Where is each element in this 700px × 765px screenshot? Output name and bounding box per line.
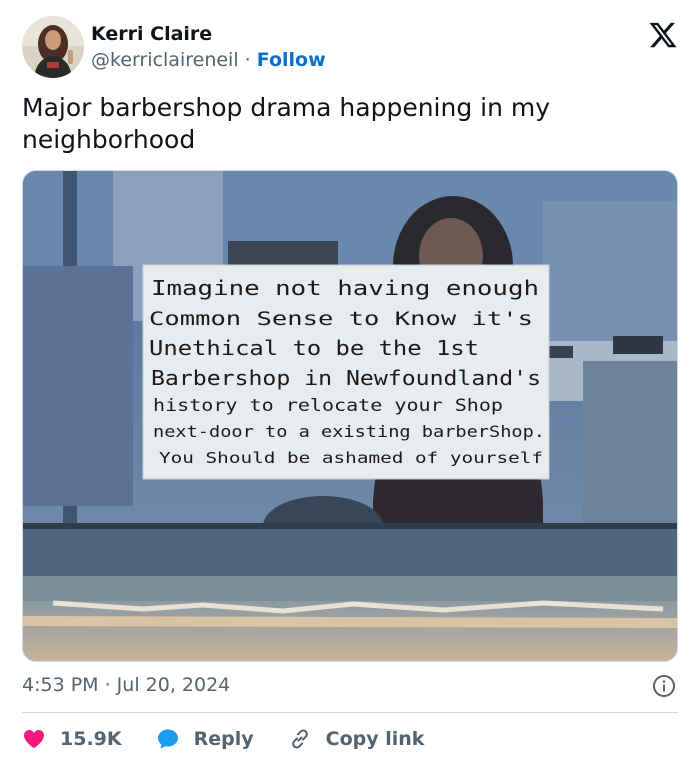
avatar-image	[22, 16, 84, 78]
link-icon	[291, 729, 308, 749]
tweet-actions: 15.9K Reply Copy link	[22, 724, 458, 754]
follow-button[interactable]: Follow	[257, 49, 326, 71]
reply-label: Reply	[193, 728, 254, 750]
like-count: 15.9K	[60, 728, 122, 750]
sign-line: Unethical to be the 1st	[149, 336, 479, 360]
handle-separator: ·	[244, 49, 251, 71]
sign-line: Imagine not having enough	[151, 276, 539, 300]
tweet-header: Kerri Claire @kerriclaireneil · Follow	[22, 16, 678, 78]
sign-line: history to relocate your Shop	[153, 396, 503, 416]
tweet-embed-card: Kerri Claire @kerriclaireneil · Follow M…	[0, 0, 700, 765]
sign-line: Common Sense to Know it's	[149, 308, 533, 330]
speech-bubble-icon	[157, 729, 178, 749]
author-handle[interactable]: @kerriclaireneil	[91, 49, 239, 71]
like-button[interactable]: 15.9K	[22, 727, 122, 751]
sign-line: You Should be ashamed of yourself	[159, 449, 543, 467]
divider	[22, 712, 678, 713]
info-icon[interactable]	[652, 674, 676, 698]
copy-link-label: Copy link	[325, 728, 425, 750]
author-name[interactable]: Kerri Claire	[91, 23, 212, 45]
x-logo-icon[interactable]	[648, 20, 678, 50]
author-avatar[interactable]	[22, 16, 84, 78]
author-handle-row: @kerriclaireneil · Follow	[91, 49, 326, 71]
heart-icon	[24, 730, 44, 749]
copy-link-button[interactable]: Copy link	[288, 727, 425, 751]
sign-line: Barbershop in Newfoundland's	[151, 366, 541, 390]
tweet-text: Major barbershop drama happening in my n…	[22, 93, 551, 154]
sign-line: next-door to a existing barberShop.	[153, 422, 545, 441]
tweet-photo[interactable]: Imagine not having enough Common Sense t…	[22, 170, 678, 662]
reply-button[interactable]: Reply	[156, 727, 254, 751]
tweet-timestamp[interactable]: 4:53 PM · Jul 20, 2024	[22, 674, 230, 696]
window-sign-photo: Imagine not having enough Common Sense t…	[23, 171, 677, 661]
